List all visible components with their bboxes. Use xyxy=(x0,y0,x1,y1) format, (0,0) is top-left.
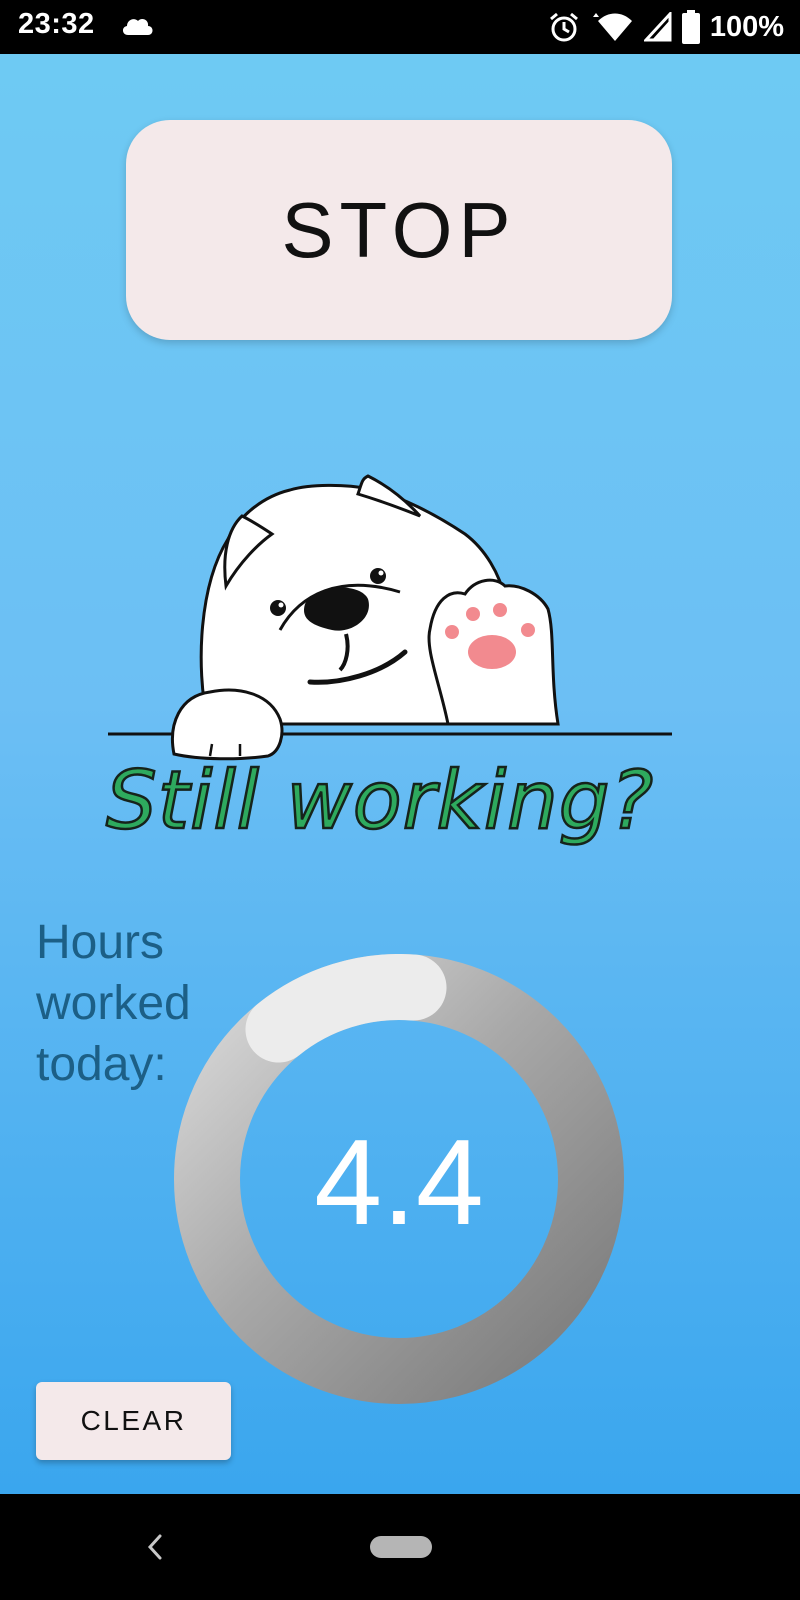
clear-button[interactable]: CLEAR xyxy=(36,1382,231,1460)
home-pill-icon[interactable] xyxy=(370,1536,432,1558)
status-bar: 23:32 100% xyxy=(0,0,800,54)
app-screen: STOP Still working? Hours worked today: … xyxy=(0,54,800,1494)
hours-value: 4.4 xyxy=(314,1114,484,1250)
cloud-icon xyxy=(122,18,153,35)
still-working-prompt: Still working? xyxy=(105,753,655,849)
navigation-bar xyxy=(0,1494,800,1600)
wifi-icon xyxy=(592,13,632,41)
status-icons: 100% xyxy=(548,8,784,46)
dog-illustration xyxy=(108,474,672,761)
battery-icon xyxy=(681,10,700,44)
signal-icon xyxy=(643,12,672,42)
status-time: 23:32 xyxy=(18,8,95,40)
back-icon[interactable] xyxy=(140,1530,170,1564)
alarm-icon xyxy=(549,12,578,42)
stop-button[interactable]: STOP xyxy=(126,120,672,340)
battery-percentage: 100% xyxy=(709,10,784,43)
